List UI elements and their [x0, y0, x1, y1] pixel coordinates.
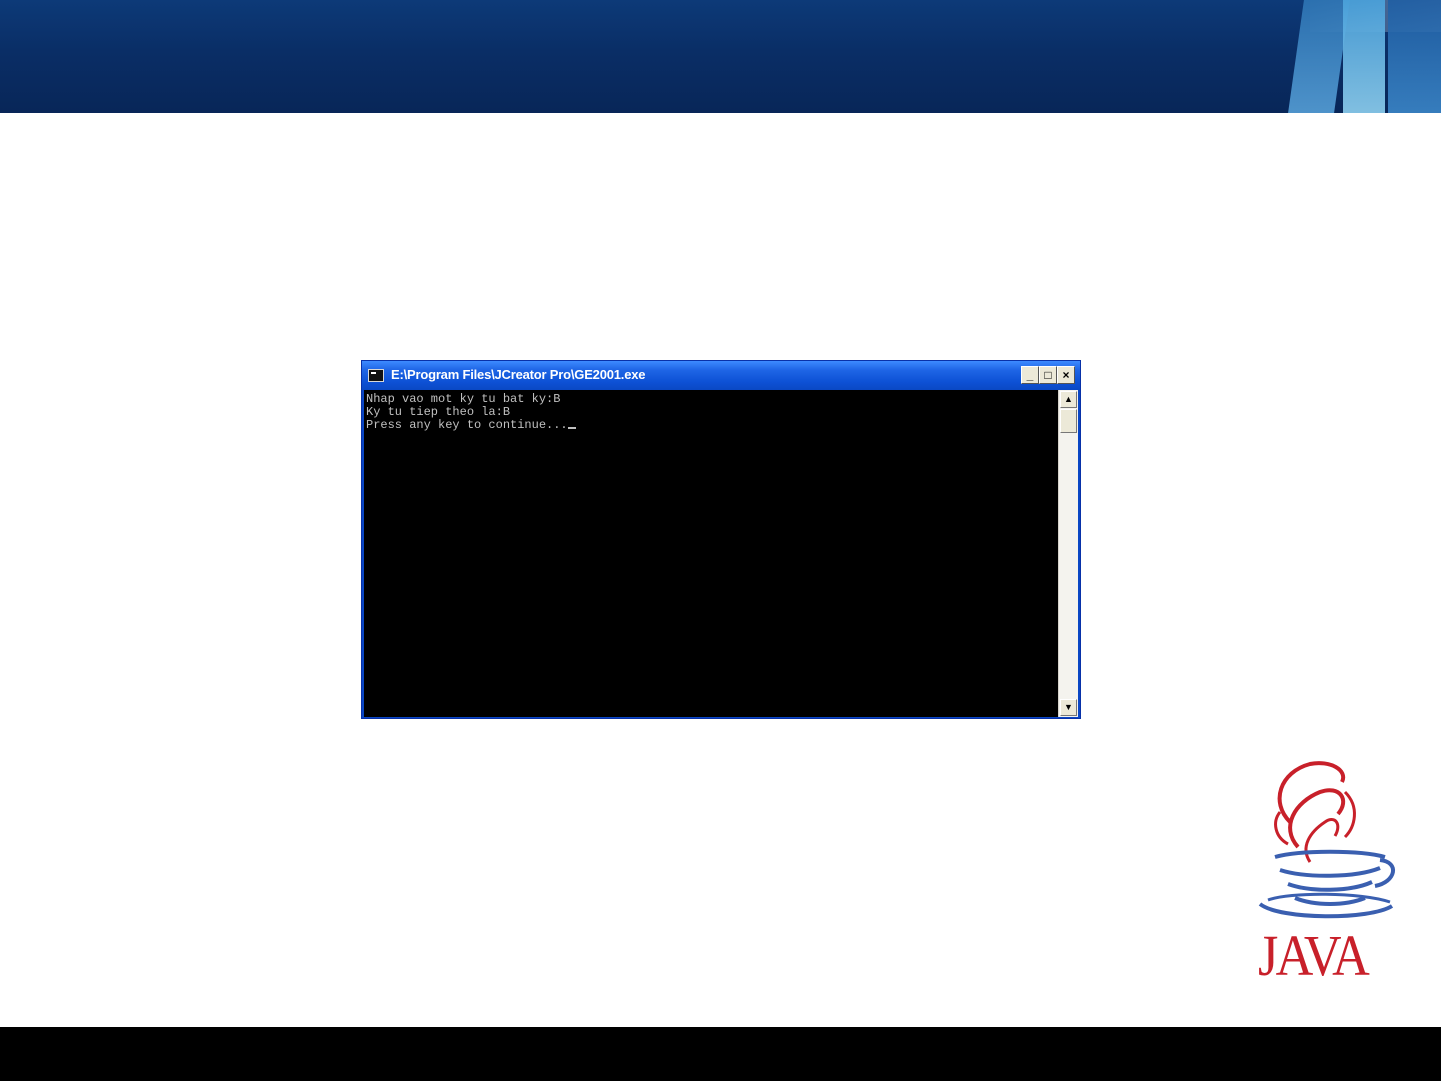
header-decoration-block	[1388, 0, 1441, 113]
slide-header-band	[0, 0, 1441, 113]
scroll-down-button[interactable]: ▼	[1060, 699, 1077, 716]
header-decoration-block	[1288, 0, 1350, 113]
window-titlebar[interactable]: E:\Program Files\JCreator Pro\GE2001.exe…	[362, 361, 1080, 390]
window-title: E:\Program Files\JCreator Pro\GE2001.exe	[391, 367, 646, 382]
console-line-text: Press any key to continue...	[366, 418, 568, 432]
header-decoration-block	[1343, 0, 1385, 113]
console-line: Press any key to continue...	[366, 419, 1056, 432]
vertical-scrollbar[interactable]: ▲ ▼	[1058, 390, 1078, 717]
scroll-thumb[interactable]	[1060, 409, 1077, 433]
scroll-up-button[interactable]: ▲	[1060, 391, 1077, 408]
slide-footer-bar	[0, 1027, 1441, 1081]
close-button[interactable]: ×	[1057, 366, 1075, 384]
java-wordmark: JAVA	[1258, 923, 1370, 988]
text-cursor	[567, 427, 576, 429]
minimize-button[interactable]: _	[1021, 366, 1039, 384]
maximize-button[interactable]: □	[1039, 366, 1057, 384]
console-app-icon[interactable]	[368, 369, 384, 382]
console-window[interactable]: E:\Program Files\JCreator Pro\GE2001.exe…	[361, 360, 1081, 719]
console-output[interactable]: Nhap vao mot ky tu bat ky:B Ky tu tiep t…	[364, 390, 1058, 717]
